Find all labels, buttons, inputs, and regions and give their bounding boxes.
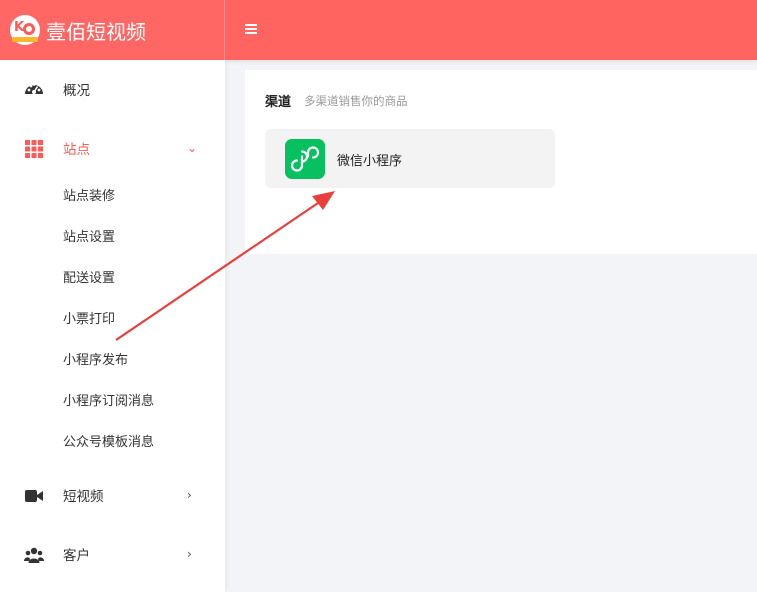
sidebar-item-label: 短视频 — [63, 489, 104, 505]
sidebar-item-customers[interactable]: 客户 › — [0, 525, 225, 583]
sidebar: 概况 站点 ⌄ 站点装修 站点设置 配送设置 小票打印 小程序发布 小程序订阅消… — [0, 60, 225, 592]
sidebar-subitem-delivery-settings[interactable]: 配送设置 — [63, 267, 115, 286]
brand[interactable]: K 壹佰短视频 — [0, 0, 225, 60]
sidebar-subitem-receipt-printing[interactable]: 小票打印 — [63, 308, 115, 327]
hamburger-menu-icon[interactable] — [245, 23, 257, 35]
chevron-right-icon: › — [187, 488, 192, 502]
sidebar-subitem-mini-program-subscription[interactable]: 小程序订阅消息 — [63, 390, 154, 409]
app-name: 壹佰短视频 — [46, 19, 146, 44]
dashboard-icon — [25, 83, 43, 94]
users-icon — [24, 547, 44, 563]
channel-card-wechat-mini-program[interactable]: 微信小程序 — [265, 129, 555, 188]
sidebar-subitem-site-settings[interactable]: 站点设置 — [63, 226, 115, 245]
top-bar: K 壹佰短视频 — [0, 0, 757, 60]
section-title: 渠道 — [265, 95, 292, 110]
sidebar-subitem-mini-program-publish[interactable]: 小程序发布 — [63, 349, 128, 368]
channel-label: 微信小程序 — [337, 154, 403, 169]
sidebar-item-label: 客户 — [63, 548, 90, 564]
grid-icon — [25, 140, 43, 158]
logo-icon: K — [10, 15, 40, 45]
sidebar-item-overview[interactable]: 概况 — [0, 60, 225, 118]
chevron-right-icon: › — [187, 547, 192, 561]
chevron-down-icon: ⌄ — [187, 141, 198, 155]
sidebar-subitem-site-decoration[interactable]: 站点装修 — [63, 185, 115, 204]
sidebar-item-label: 概况 — [63, 83, 90, 99]
video-camera-icon — [25, 490, 43, 502]
section-subtitle: 多渠道销售你的商品 — [304, 94, 408, 108]
sidebar-item-site[interactable]: 站点 ⌄ — [0, 119, 225, 177]
sidebar-item-label: 站点 — [63, 142, 90, 158]
sidebar-subitem-official-account-templates[interactable]: 公众号模板消息 — [63, 431, 154, 450]
mini-program-icon — [285, 139, 325, 179]
sidebar-item-short-video[interactable]: 短视频 › — [0, 466, 225, 524]
